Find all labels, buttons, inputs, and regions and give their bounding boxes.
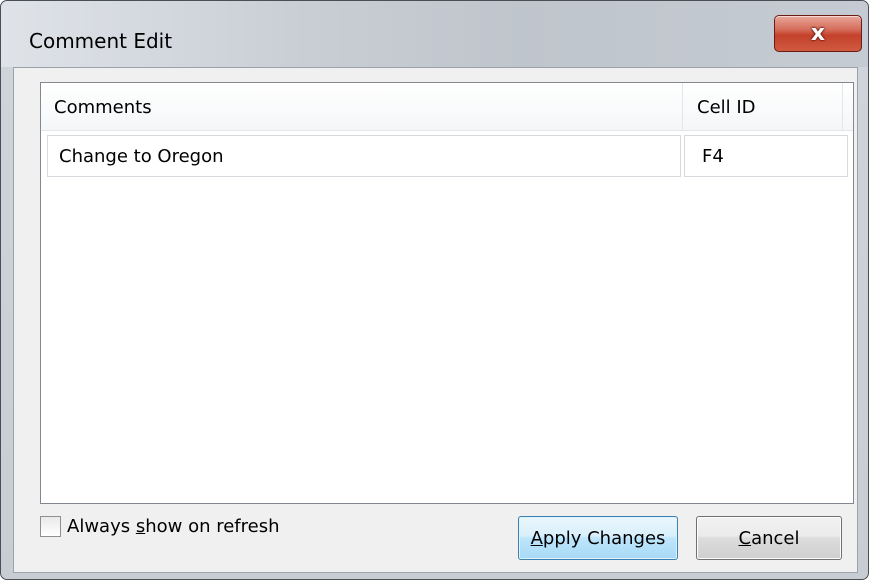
always-show-checkbox[interactable]: Always show on refresh — [40, 516, 280, 537]
checkbox-box[interactable] — [40, 516, 61, 537]
grid-header: Comments Cell ID — [41, 83, 853, 131]
apply-changes-button[interactable]: Apply Changes — [518, 516, 678, 560]
close-button[interactable]: x — [774, 15, 862, 52]
column-header-comments[interactable]: Comments — [41, 83, 683, 131]
window-title: Comment Edit — [29, 29, 173, 53]
close-icon: x — [810, 20, 826, 46]
table-row[interactable]: Change to Oregon F4 — [47, 135, 851, 177]
cancel-button[interactable]: Cancel — [696, 516, 842, 560]
cell-id-cell[interactable]: F4 — [684, 135, 848, 177]
dialog-body: Comments Cell ID Change to Oregon F4 Alw… — [13, 67, 858, 573]
comments-grid[interactable]: Comments Cell ID Change to Oregon F4 — [40, 82, 854, 504]
comment-cell[interactable]: Change to Oregon — [47, 135, 681, 177]
dialog-window: Comment Edit x Comments Cell ID Change t… — [0, 0, 869, 580]
title-bar[interactable]: Comment Edit x — [1, 1, 868, 67]
column-header-cell-id[interactable]: Cell ID — [683, 83, 843, 131]
always-show-label: Always show on refresh — [67, 516, 280, 537]
